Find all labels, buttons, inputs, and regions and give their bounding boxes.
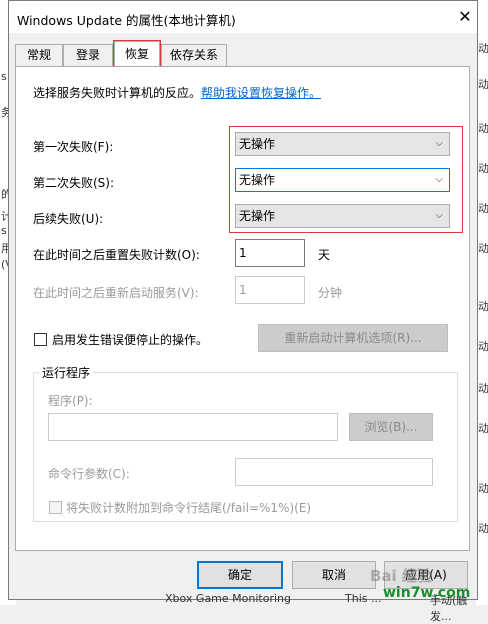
reset-count-input[interactable]: 1 [235, 239, 305, 267]
bg-fragment: s [1, 224, 7, 237]
bg-service-name: Xbox Game Monitoring [165, 592, 291, 605]
tab-recovery[interactable]: 恢复 [113, 40, 161, 68]
watermark-brand: Bai 经验 [370, 567, 432, 585]
tab-strip: 常规 登录 恢复 依存关系 [15, 40, 475, 68]
cmd-args-label: 命令行参数(C): [48, 467, 130, 481]
properties-dialog: Windows Update 的属性(本地计算机) ✕ 常规 登录 恢复 依存关… [8, 0, 478, 600]
bg-fragment: s [1, 70, 7, 83]
recovery-panel: 选择服务失败时计算机的反应。帮助我设置恢复操作。 第一次失败(F): 无操作 ⌵… [15, 66, 470, 551]
bg-fragment: 动 [478, 242, 488, 255]
tab-general[interactable]: 常规 [15, 44, 63, 66]
bg-fragment: 动 [478, 482, 488, 495]
bg-fragment: 动 [478, 162, 488, 175]
bg-service-desc: This ... [345, 592, 382, 605]
restart-service-input[interactable]: 1 [235, 276, 305, 304]
restart-service-unit: 分钟 [318, 286, 343, 300]
first-failure-select[interactable]: 无操作 ⌵ [235, 132, 450, 156]
stop-with-errors-checkbox[interactable] [34, 333, 47, 346]
bg-fragment: 动 [478, 202, 488, 215]
subsequent-failure-label: 后续失败(U): [33, 212, 104, 226]
chevron-down-icon: ⌵ [435, 210, 443, 221]
append-fail-count-label: 将失败计数附加到命令行结尾(/fail=%1%)(E) [66, 501, 312, 515]
restart-service-label: 在此时间之后重新启动服务(V): [33, 286, 199, 300]
program-label: 程序(P): [48, 394, 93, 408]
cmd-args-input[interactable] [235, 458, 433, 486]
bg-fragment: 动 [478, 522, 488, 535]
cancel-button[interactable]: 取消 [292, 561, 376, 589]
bg-fragment: 动 [478, 422, 488, 435]
program-input[interactable] [48, 413, 338, 441]
close-icon[interactable]: ✕ [455, 7, 475, 27]
tab-logon[interactable]: 登录 [63, 44, 113, 66]
bg-fragment: 动 [478, 78, 488, 91]
bg-fragment: 动 [478, 122, 488, 135]
bg-fragment: 动 [478, 300, 488, 313]
browse-button[interactable]: 浏览(B)... [349, 413, 433, 441]
subsequent-failure-select[interactable]: 无操作 ⌵ [235, 204, 450, 228]
window-title: Windows Update 的属性(本地计算机) [17, 13, 236, 28]
ok-button[interactable]: 确定 [197, 561, 283, 589]
tab-dependencies[interactable]: 依存关系 [161, 44, 227, 66]
watermark-site: win7w.com [383, 585, 471, 601]
stop-with-errors-label: 启用发生错误便停止的操作。 [52, 333, 209, 347]
second-failure-label: 第二次失败(S): [33, 176, 115, 190]
bg-fragment: 动 [478, 42, 488, 55]
help-link[interactable]: 帮助我设置恢复操作。 [201, 86, 321, 100]
second-failure-select[interactable]: 无操作 ⌵ [235, 168, 450, 192]
first-failure-label: 第一次失败(F): [33, 140, 114, 154]
intro-text: 选择服务失败时计算机的反应。帮助我设置恢复操作。 [33, 86, 322, 100]
chevron-down-icon: ⌵ [435, 138, 443, 149]
run-program-group-title: 运行程序 [39, 364, 94, 381]
reset-count-label: 在此时间之后重置失败计数(O): [33, 248, 200, 262]
reset-count-unit: 天 [318, 248, 331, 262]
title-bar: Windows Update 的属性(本地计算机) ✕ [9, 1, 477, 33]
bg-fragment: 动 [478, 340, 488, 353]
append-fail-count-checkbox[interactable] [49, 501, 62, 514]
bg-fragment: 动 [478, 382, 488, 395]
restart-computer-options-button[interactable]: 重新启动计算机选项(R)... [258, 324, 448, 352]
chevron-down-icon: ⌵ [435, 174, 443, 185]
